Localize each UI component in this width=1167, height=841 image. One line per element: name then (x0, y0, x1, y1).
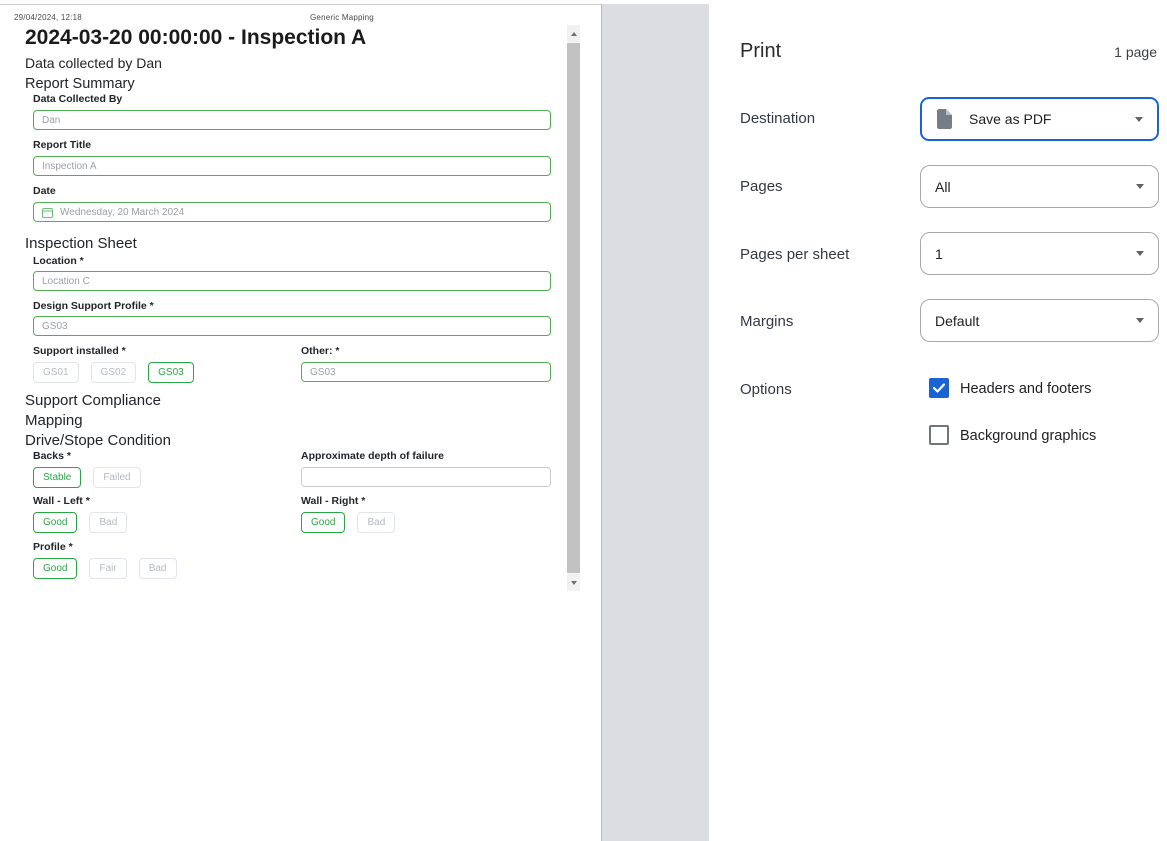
design-support-profile-label: Design Support Profile * (33, 300, 154, 312)
support-installed-option-gs03[interactable]: GS03 (148, 362, 194, 383)
profile-option-fair[interactable]: Fair (89, 558, 126, 579)
destination-label: Destination (740, 110, 815, 127)
wall-right-option-bad[interactable]: Bad (357, 512, 395, 533)
chevron-down-icon (1136, 251, 1144, 256)
arrow-down-icon (571, 581, 577, 585)
other-label: Other: * (301, 345, 340, 357)
collected-by-line: Data collected by Dan (25, 55, 162, 71)
report-title-input[interactable]: Inspection A (33, 156, 551, 176)
other-value: GS03 (310, 367, 336, 378)
section-drive-stope-condition: Drive/Stope Condition (25, 432, 171, 449)
profile-label: Profile * (33, 541, 73, 553)
data-collected-by-input[interactable]: Dan (33, 110, 551, 130)
wall-left-option-bad[interactable]: Bad (89, 512, 127, 533)
depth-of-failure-label: Approximate depth of failure (301, 450, 444, 462)
backs-option-failed[interactable]: Failed (93, 467, 140, 488)
pages-select[interactable]: All (920, 165, 1159, 208)
destination-value: Save as PDF (969, 111, 1051, 127)
report-title-label: Report Title (33, 139, 91, 151)
wall-right-option-good[interactable]: Good (301, 512, 345, 533)
destination-select[interactable]: Save as PDF (920, 97, 1159, 141)
location-label: Location * (33, 255, 84, 267)
report-title-heading: 2024-03-20 00:00:00 - Inspection A (25, 26, 366, 50)
support-installed-option-gs01[interactable]: GS01 (33, 362, 79, 383)
calendar-icon (42, 207, 53, 218)
scroll-down-button[interactable] (567, 574, 580, 591)
wall-right-label: Wall - Right * (301, 495, 365, 507)
wall-left-label: Wall - Left * (33, 495, 90, 507)
location-input[interactable]: Location C (33, 271, 551, 291)
print-dialog-title: Print (740, 40, 781, 63)
profile-option-bad[interactable]: Bad (139, 558, 177, 579)
scroll-up-button[interactable] (567, 25, 580, 42)
checkmark-icon (933, 383, 945, 393)
preview-background-gutter (601, 4, 709, 841)
headers-footers-checkbox[interactable] (929, 378, 949, 398)
section-inspection-sheet: Inspection Sheet (25, 235, 137, 252)
background-graphics-checkbox[interactable] (929, 425, 949, 445)
support-installed-option-gs02[interactable]: GS02 (91, 362, 137, 383)
pages-value: All (935, 179, 951, 195)
data-collected-by-label: Data Collected By (33, 93, 122, 105)
chevron-down-icon (1135, 117, 1143, 122)
date-label: Date (33, 185, 56, 197)
section-mapping: Mapping (25, 412, 83, 429)
design-support-profile-value: GS03 (42, 321, 68, 332)
date-input[interactable]: Wednesday, 20 March 2024 (33, 202, 551, 222)
options-label: Options (740, 381, 792, 398)
depth-of-failure-input[interactable] (301, 467, 551, 487)
other-input[interactable]: GS03 (301, 362, 551, 382)
preview-top-border (0, 4, 601, 5)
margins-value: Default (935, 313, 979, 329)
pages-per-sheet-label: Pages per sheet (740, 246, 849, 263)
margins-select[interactable]: Default (920, 299, 1159, 342)
section-support-compliance: Support Compliance (25, 392, 161, 409)
preview-header-datetime: 29/04/2024, 12:18 (14, 13, 82, 22)
background-graphics-label: Background graphics (960, 428, 1096, 444)
chevron-down-icon (1136, 184, 1144, 189)
location-value: Location C (42, 276, 90, 287)
backs-group: Stable Failed (33, 467, 141, 488)
page-count: 1 page (1114, 44, 1157, 60)
scrollbar-thumb[interactable] (567, 43, 580, 573)
support-installed-group: GS01 GS02 GS03 (33, 362, 194, 383)
profile-group: Good Fair Bad (33, 558, 177, 579)
print-settings-panel: Print 1 page Destination Save as PDF Pag… (709, 0, 1167, 841)
pages-per-sheet-value: 1 (935, 246, 943, 262)
wall-right-group: Good Bad (301, 512, 395, 533)
arrow-up-icon (571, 32, 577, 36)
pdf-document-icon (936, 109, 953, 129)
preview-scrollbar[interactable] (567, 25, 580, 591)
date-value: Wednesday, 20 March 2024 (60, 207, 184, 218)
report-title-value: Inspection A (42, 161, 96, 172)
support-installed-label: Support installed * (33, 345, 126, 357)
design-support-profile-input[interactable]: GS03 (33, 316, 551, 336)
wall-left-group: Good Bad (33, 512, 127, 533)
headers-footers-label: Headers and footers (960, 381, 1091, 397)
backs-option-stable[interactable]: Stable (33, 467, 81, 488)
margins-label: Margins (740, 313, 793, 330)
print-preview-page: 29/04/2024, 12:18 Generic Mapping 2024-0… (0, 0, 601, 841)
profile-option-good[interactable]: Good (33, 558, 77, 579)
chevron-down-icon (1136, 318, 1144, 323)
pages-per-sheet-select[interactable]: 1 (920, 232, 1159, 275)
pages-label: Pages (740, 178, 783, 195)
section-report-summary: Report Summary (25, 76, 135, 92)
wall-left-option-good[interactable]: Good (33, 512, 77, 533)
backs-label: Backs * (33, 450, 71, 462)
data-collected-by-value: Dan (42, 115, 60, 126)
preview-header-doc-title: Generic Mapping (310, 13, 374, 22)
